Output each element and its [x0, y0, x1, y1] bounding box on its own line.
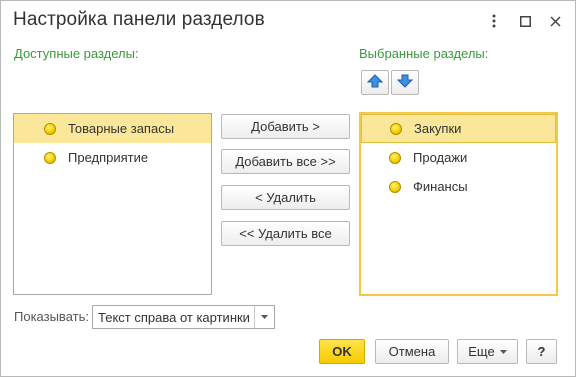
available-sections-label: Доступные разделы:	[14, 46, 139, 61]
more-button[interactable]: Еще	[457, 339, 518, 364]
add-all-button[interactable]: Добавить все >>	[221, 149, 350, 174]
more-button-label: Еще	[468, 344, 495, 359]
move-down-button[interactable]	[391, 70, 419, 95]
arrow-down-icon	[396, 74, 414, 91]
close-icon[interactable]	[544, 10, 566, 32]
move-up-button[interactable]	[361, 70, 389, 95]
list-item[interactable]: Товарные запасы	[14, 114, 211, 143]
help-button[interactable]: ?	[526, 339, 557, 364]
list-item[interactable]: Продажи	[361, 143, 556, 172]
chevron-down-icon[interactable]	[254, 306, 274, 328]
section-dot-icon	[44, 151, 56, 164]
chevron-down-icon	[499, 349, 507, 354]
selected-sections-list[interactable]: Закупки Продажи Финансы	[359, 112, 558, 296]
available-sections-list[interactable]: Товарные запасы Предприятие	[13, 113, 212, 295]
list-item[interactable]: Финансы	[361, 172, 556, 201]
list-item[interactable]: Закупки	[361, 114, 556, 143]
more-vertical-icon[interactable]	[483, 10, 505, 32]
show-label: Показывать:	[14, 309, 89, 324]
section-dot-icon	[389, 180, 401, 193]
selected-sections-label: Выбранные разделы:	[359, 46, 489, 61]
add-button[interactable]: Добавить >	[221, 114, 350, 139]
remove-all-button[interactable]: << Удалить все	[221, 221, 350, 246]
remove-button[interactable]: < Удалить	[221, 185, 350, 210]
section-dot-icon	[44, 122, 56, 135]
ok-button[interactable]: OK	[319, 339, 365, 364]
cancel-button[interactable]: Отмена	[375, 339, 449, 364]
list-item[interactable]: Предприятие	[14, 143, 211, 172]
maximize-icon[interactable]	[514, 10, 536, 32]
arrow-up-icon	[366, 74, 384, 91]
settings-dialog: Настройка панели разделов Доступные разд…	[0, 0, 576, 377]
show-mode-value: Текст справа от картинки	[98, 309, 250, 325]
dialog-title: Настройка панели разделов	[13, 9, 265, 30]
section-dot-icon	[389, 151, 401, 164]
section-dot-icon	[390, 122, 402, 135]
show-mode-select[interactable]: Текст справа от картинки	[92, 305, 275, 329]
